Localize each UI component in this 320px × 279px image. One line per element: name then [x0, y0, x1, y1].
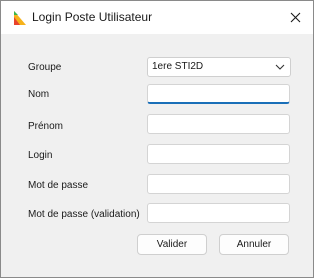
groupe-label: Groupe — [28, 62, 62, 73]
nom-label: Nom — [28, 89, 50, 100]
prenom-label: Prénom — [28, 121, 64, 132]
nom-field[interactable] — [147, 84, 290, 104]
login-field[interactable] — [147, 144, 290, 164]
login-label: Login — [28, 150, 53, 161]
close-button[interactable] — [283, 6, 307, 28]
groupe-select[interactable]: 1ere STI2D — [147, 57, 291, 77]
mot-de-passe-field[interactable] — [147, 174, 290, 194]
login-dialog: Login Poste Utilisateur Groupe 1ere STI2… — [0, 0, 314, 278]
prenom-field[interactable] — [147, 114, 290, 134]
mot-de-passe-validation-label: Mot de passe (validation) — [28, 209, 140, 220]
annuler-button[interactable]: Annuler — [219, 234, 289, 255]
mot-de-passe-label: Mot de passe — [28, 180, 89, 191]
close-icon — [290, 12, 300, 22]
mot-de-passe-validation-field[interactable] — [147, 203, 290, 223]
title-bar: Login Poste Utilisateur — [1, 1, 313, 34]
window-title: Login Poste Utilisateur — [32, 10, 153, 24]
chart-pyramid-icon — [14, 11, 26, 25]
chevron-down-icon — [275, 64, 285, 70]
groupe-select-value: 1ere STI2D — [152, 61, 204, 72]
valider-button[interactable]: Valider — [137, 234, 207, 255]
